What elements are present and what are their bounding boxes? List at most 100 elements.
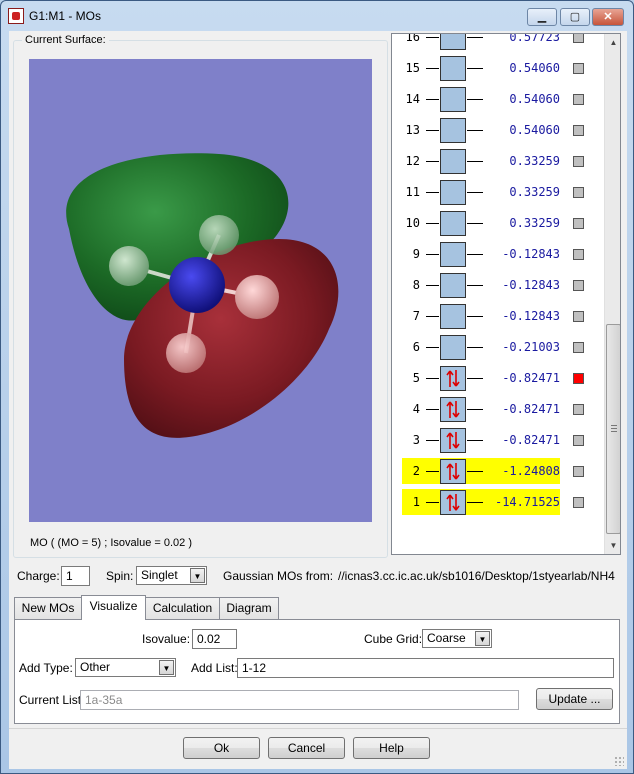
mo-row[interactable]: 13 0.54060 bbox=[392, 115, 605, 146]
add-type-label: Add Type: bbox=[19, 661, 73, 675]
level-line bbox=[426, 285, 439, 286]
orbital-box[interactable] bbox=[440, 304, 466, 329]
orbital-box[interactable] bbox=[440, 34, 466, 50]
mo-select-checkbox[interactable] bbox=[573, 311, 584, 322]
minimize-button[interactable]: ▁ bbox=[527, 8, 557, 26]
orbital-box[interactable] bbox=[440, 118, 466, 143]
spin-label: Spin: bbox=[106, 569, 134, 583]
mo-row[interactable]: 9 -0.12843 bbox=[392, 239, 605, 270]
tab-diagram[interactable]: Diagram bbox=[219, 597, 279, 619]
mo-row[interactable]: 4 -0.82471 bbox=[392, 394, 605, 425]
current-surface-group: Current Surface: MO ((MO = 5) ; Isovalu… bbox=[13, 34, 388, 558]
title-bar[interactable]: G1:M1 - MOs ▁ ▢ ✕ bbox=[1, 1, 633, 31]
resize-grip-icon[interactable] bbox=[614, 756, 624, 766]
chevron-down-icon[interactable]: ▼ bbox=[475, 631, 490, 646]
mo-select-checkbox[interactable] bbox=[573, 373, 584, 384]
spin-select[interactable]: Singlet ▼ bbox=[136, 566, 207, 585]
close-button[interactable]: ✕ bbox=[592, 8, 624, 26]
orbital-box[interactable] bbox=[440, 459, 466, 484]
add-type-select[interactable]: Other ▼ bbox=[75, 658, 176, 677]
orbital-box[interactable] bbox=[440, 242, 466, 267]
mo-select-checkbox[interactable] bbox=[573, 94, 584, 105]
orbital-box[interactable] bbox=[440, 273, 466, 298]
scroll-down-arrow-icon[interactable]: ▼ bbox=[606, 537, 620, 554]
mo-select-checkbox[interactable] bbox=[573, 249, 584, 260]
tab-calculation[interactable]: Calculation bbox=[145, 597, 220, 619]
mo-row[interactable]: 15 0.54060 bbox=[392, 53, 605, 84]
mo-row[interactable]: 7 -0.12843 bbox=[392, 301, 605, 332]
mo-row[interactable]: 6 -0.21003 bbox=[392, 332, 605, 363]
client-area: Current Surface: MO ((MO = 5) ; Isovalu… bbox=[9, 31, 627, 769]
mo-select-checkbox[interactable] bbox=[573, 156, 584, 167]
mo-select-checkbox[interactable] bbox=[573, 63, 584, 74]
hydrogen-atom bbox=[199, 215, 239, 255]
cube-grid-label: Cube Grid: bbox=[364, 632, 423, 646]
isovalue-input[interactable]: 0.02 bbox=[192, 629, 237, 649]
charge-input[interactable]: 1 bbox=[61, 566, 90, 586]
mo-row[interactable]: 14 0.54060 bbox=[392, 84, 605, 115]
orbital-box[interactable] bbox=[440, 180, 466, 205]
mo-select-checkbox[interactable] bbox=[573, 404, 584, 415]
mo-select-checkbox[interactable] bbox=[573, 280, 584, 291]
mo-select-checkbox[interactable] bbox=[573, 34, 584, 43]
orbital-box[interactable] bbox=[440, 149, 466, 174]
mo-energy: -0.12843 bbox=[502, 309, 560, 323]
update-button[interactable]: Update ... bbox=[536, 688, 613, 710]
orbital-box[interactable] bbox=[440, 428, 466, 453]
mo-row[interactable]: 8 -0.12843 bbox=[392, 270, 605, 301]
mo-row[interactable]: 11 0.33259 bbox=[392, 177, 605, 208]
mo-energy-list[interactable]: 16 0.57723 15 0.54060 14 0.54060 13 0.54060 12 0.… bbox=[391, 33, 621, 555]
mo-select-checkbox[interactable] bbox=[573, 125, 584, 136]
mo-select-checkbox[interactable] bbox=[573, 218, 584, 229]
current-list-label: Current List: bbox=[19, 693, 85, 707]
mo-select-checkbox[interactable] bbox=[573, 466, 584, 477]
visualize-tab-page: Isovalue: 0.02 Cube Grid: Coarse ▼ Add T… bbox=[14, 619, 620, 724]
mo-number: 16 bbox=[405, 33, 420, 44]
current-surface-caption: Current Surface: bbox=[22, 34, 109, 46]
orbital-box[interactable] bbox=[440, 490, 466, 515]
mo-select-checkbox[interactable] bbox=[573, 187, 584, 198]
add-type-value: Other bbox=[80, 660, 111, 674]
orbital-box[interactable] bbox=[440, 397, 466, 422]
isovalue-label: Isovalue: bbox=[142, 632, 191, 646]
mo-row[interactable]: 2 -1.24808 bbox=[392, 456, 605, 487]
level-line bbox=[426, 409, 439, 410]
mo-select-checkbox[interactable] bbox=[573, 435, 584, 446]
orbital-box[interactable] bbox=[440, 335, 466, 360]
mo-select-checkbox[interactable] bbox=[573, 497, 584, 508]
scroll-up-arrow-icon[interactable]: ▲ bbox=[606, 34, 620, 51]
tab-visualize[interactable]: Visualize bbox=[81, 595, 146, 620]
mo-surface-view[interactable] bbox=[29, 59, 372, 522]
level-line bbox=[426, 471, 439, 472]
orbital-box[interactable] bbox=[440, 56, 466, 81]
add-list-label: Add List: bbox=[191, 661, 238, 675]
mo-list-scrollbar[interactable]: ▲ ▼ bbox=[604, 34, 620, 554]
cancel-button[interactable]: Cancel bbox=[268, 737, 345, 759]
maximize-button[interactable]: ▢ bbox=[560, 8, 590, 26]
help-button[interactable]: Help bbox=[353, 737, 430, 759]
mo-select-checkbox[interactable] bbox=[573, 342, 584, 353]
scroll-thumb[interactable] bbox=[606, 324, 620, 534]
mo-energy: -0.82471 bbox=[502, 402, 560, 416]
mo-row[interactable]: 1 -14.71525 bbox=[392, 487, 605, 518]
mo-energy: -1.24808 bbox=[502, 464, 560, 478]
chevron-down-icon[interactable]: ▼ bbox=[159, 660, 174, 675]
orbital-box[interactable] bbox=[440, 366, 466, 391]
tab-new-mos[interactable]: New MOs bbox=[14, 597, 82, 619]
chevron-down-icon[interactable]: ▼ bbox=[190, 568, 205, 583]
mo-row[interactable]: 3 -0.82471 bbox=[392, 425, 605, 456]
mo-number: 7 bbox=[412, 309, 420, 323]
mo-row[interactable]: 10 0.33259 bbox=[392, 208, 605, 239]
mo-row[interactable]: 16 0.57723 bbox=[392, 33, 605, 53]
cube-grid-value: Coarse bbox=[427, 631, 466, 645]
cube-grid-select[interactable]: Coarse ▼ bbox=[422, 629, 492, 648]
mo-number: 2 bbox=[412, 464, 420, 478]
mo-row[interactable]: 5 -0.82471 bbox=[392, 363, 605, 394]
electron-pair-icon bbox=[446, 432, 460, 449]
orbital-box[interactable] bbox=[440, 87, 466, 112]
level-line bbox=[467, 37, 483, 38]
ok-button[interactable]: Ok bbox=[183, 737, 260, 759]
mo-row[interactable]: 12 0.33259 bbox=[392, 146, 605, 177]
orbital-box[interactable] bbox=[440, 211, 466, 236]
add-list-input[interactable]: 1-12 bbox=[237, 658, 614, 678]
